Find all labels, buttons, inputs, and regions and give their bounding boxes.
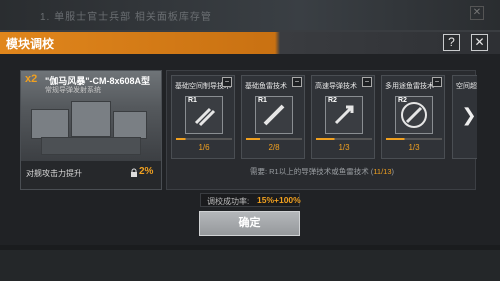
- fast-missile-icon: R2: [325, 96, 363, 134]
- background-header-text: 1. 单服士官士兵部 相关面板库存管: [40, 12, 212, 23]
- background-footer: [0, 250, 500, 281]
- torpedo-icon: R1: [255, 96, 293, 134]
- tech-count: 2/8: [268, 143, 280, 152]
- success-rate-label: 调校成功率:: [207, 197, 250, 206]
- remove-icon[interactable]: −: [432, 77, 442, 87]
- module-stat: 对舰攻击力提升 2%: [21, 161, 161, 189]
- tech-progress-bar: [246, 138, 302, 140]
- tech-rank: R1: [258, 97, 267, 104]
- lock-icon: [131, 168, 137, 177]
- module-subtitle: 常规导弹发射系统: [45, 87, 101, 94]
- tech-count: 1/3: [408, 143, 420, 152]
- stat-value: 2%: [139, 166, 154, 177]
- tech-card-3[interactable]: 多用途鱼雷技术 − R2 1/3: [381, 75, 445, 159]
- module-card: x2 "伽马风暴"-CM-8x608A型 常规导弹发射系统 对舰攻击力提升 2%: [20, 70, 162, 190]
- tech-count: 1/3: [338, 143, 350, 152]
- tech-name: 空间超: [456, 83, 477, 90]
- tech-rank: R2: [328, 97, 337, 104]
- tech-rank: R2: [398, 97, 407, 104]
- tech-rank: R1: [188, 97, 197, 104]
- tech-name: 高速导弹技术: [315, 83, 357, 90]
- tech-card-2[interactable]: 高速导弹技术 − R2 1/3: [311, 75, 375, 159]
- background-close-icon: ✕: [470, 6, 484, 20]
- success-rate-value: 15%+100%: [257, 195, 301, 205]
- background-header: 1. 单服士官士兵部 相关面板库存管 ✕: [0, 0, 500, 30]
- tech-progress-bar: [386, 138, 442, 140]
- requirement-count: 11/13: [373, 167, 392, 176]
- close-button[interactable]: ✕: [471, 34, 488, 51]
- missile-guidance-icon: R1: [185, 96, 223, 134]
- tech-card-1[interactable]: 基础鱼雷技术 − R1 2/8: [241, 75, 305, 159]
- remove-icon[interactable]: −: [222, 77, 232, 87]
- confirm-button[interactable]: 确定: [199, 211, 300, 236]
- dialog-header: 模块调校 ? ✕: [0, 32, 500, 54]
- stat-label: 对舰攻击力提升: [26, 169, 82, 178]
- tech-name: 基础鱼雷技术: [245, 83, 287, 90]
- tech-count: 1/6: [198, 143, 210, 152]
- tech-card-0[interactable]: 基础空间制导技术 − R1 1/6: [171, 75, 235, 159]
- help-button[interactable]: ?: [443, 34, 460, 51]
- module-quantity: x2: [25, 73, 38, 85]
- dialog-title: 模块调校: [6, 37, 55, 51]
- success-rate-box: 调校成功率: 15%+100%: [200, 193, 301, 207]
- module-image: x2 "伽马风暴"-CM-8x608A型 常规导弹发射系统: [21, 71, 161, 161]
- remove-icon[interactable]: −: [292, 77, 302, 87]
- tech-progress-bar: [316, 138, 372, 140]
- tech-name: 多用途鱼雷技术: [385, 83, 434, 90]
- remove-icon[interactable]: −: [362, 77, 372, 87]
- multi-torpedo-icon: R2: [395, 96, 433, 134]
- next-arrow-icon[interactable]: ❯: [461, 103, 477, 127]
- tech-progress-bar: [176, 138, 232, 140]
- tech-list: 基础空间制导技术 − R1 1/6 基础鱼雷技术 − R1 2/8 高速导弹技术…: [166, 70, 477, 190]
- requirement-text: 需要: R1以上的导弹技术或鱼雷技术 (11/13): [249, 167, 395, 176]
